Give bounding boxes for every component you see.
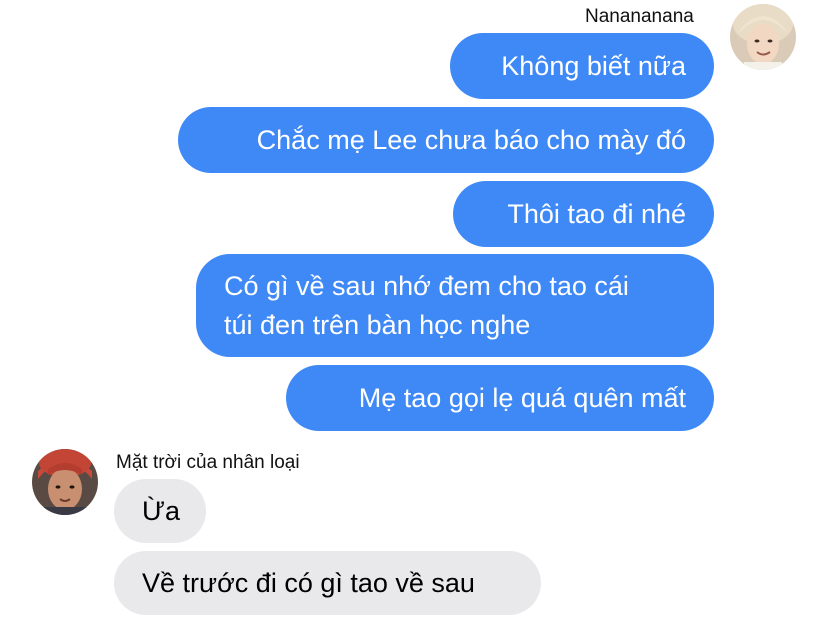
outgoing-message-bubble[interactable]: Có gì về sau nhớ đem cho tao cái túi đen…: [196, 254, 714, 357]
message-text: Mẹ tao gọi lẹ quá quên mất: [358, 382, 686, 413]
incoming-message-bubble[interactable]: Về trước đi có gì tao về sau: [114, 551, 541, 615]
incoming-sender-name: Mặt trời của nhân loại: [116, 452, 300, 473]
outgoing-message-bubble[interactable]: Không biết nữa: [450, 33, 714, 99]
message-line: túi đen trên bàn học nghe: [224, 309, 531, 340]
message-line: Có gì về sau nhớ đem cho tao cái: [224, 270, 629, 301]
person-avatar-icon: [32, 449, 98, 515]
message-text: Không biết nữa: [501, 50, 686, 81]
message-text: Ừa: [142, 495, 181, 526]
incoming-message-bubble[interactable]: Ừa: [114, 479, 206, 543]
outgoing-sender-name: Nanananana: [585, 6, 694, 27]
outgoing-message-bubble[interactable]: Thôi tao đi nhé: [453, 181, 714, 247]
outgoing-message-bubble[interactable]: Mẹ tao gọi lẹ quá quên mất: [286, 365, 714, 431]
message-text: Thôi tao đi nhé: [507, 198, 686, 229]
incoming-avatar[interactable]: [32, 449, 98, 515]
message-text: Chắc mẹ Lee chưa báo cho mày đó: [256, 124, 686, 155]
message-text: Có gì về sau nhớ đem cho tao cái túi đen…: [224, 267, 629, 345]
outgoing-message-bubble[interactable]: Chắc mẹ Lee chưa báo cho mày đó: [178, 107, 714, 173]
message-text: Về trước đi có gì tao về sau: [142, 567, 475, 598]
outgoing-avatar[interactable]: [730, 4, 796, 70]
person-avatar-icon: [730, 4, 796, 70]
